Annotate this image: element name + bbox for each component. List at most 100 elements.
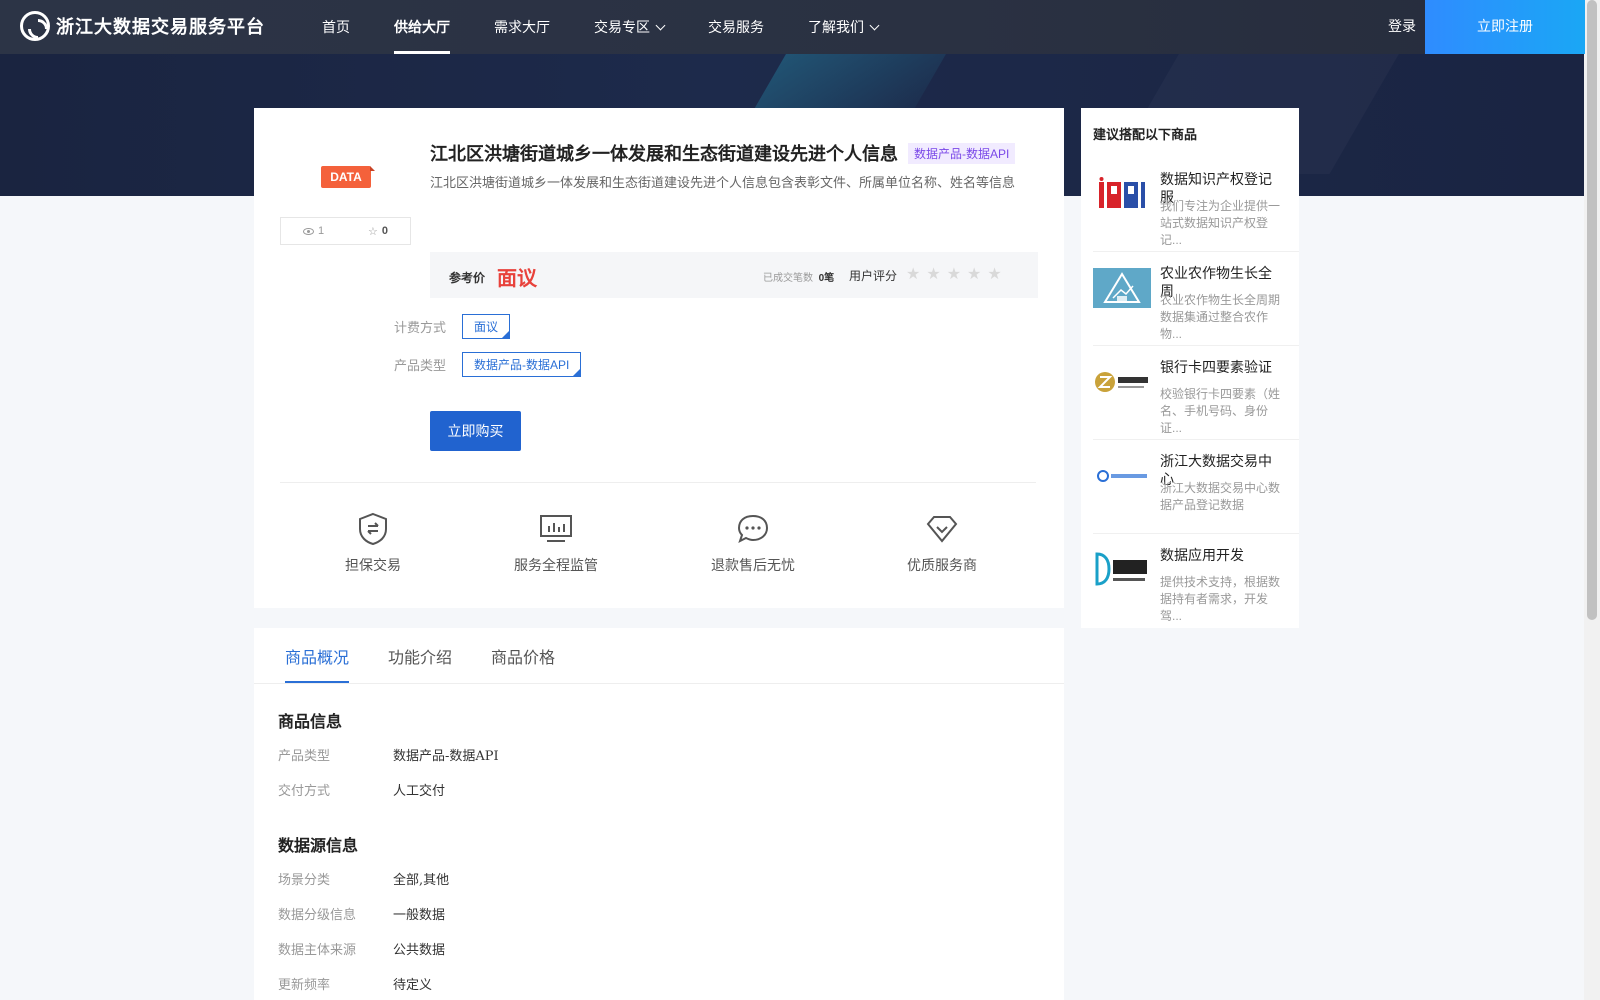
nav-home[interactable]: 首页 — [322, 0, 350, 54]
info-value: 公共数据 — [393, 943, 446, 958]
billing-label: 计费方式 — [394, 320, 447, 335]
price-box: 参考价 面议 已成交笔数 0笔 用户评分 ★ ★ ★ ★ ★ — [430, 252, 1038, 298]
info-label: 数据分级信息 — [278, 907, 357, 922]
recommend-item[interactable]: 数据应用开发 提供技术支持，根据数据持有者需求，开发驾... — [1093, 534, 1299, 628]
product-type-row: 产品类型 数据产品-数据API — [394, 352, 582, 377]
tab-features[interactable]: 功能介绍 — [388, 644, 452, 683]
favorite-count-value: 0 — [381, 225, 389, 237]
recommend-item-desc: 校验银行卡四要素（姓名、手机号码、身份证... — [1160, 387, 1281, 435]
recommend-item[interactable]: 浙江大数据交易中心 浙江大数据交易中心数据产品登记数据 — [1093, 440, 1299, 534]
buy-now-button[interactable]: 立即购买 — [430, 411, 521, 451]
eye-icon — [302, 227, 314, 235]
nav-about-us-label: 了解我们 — [808, 19, 864, 35]
nav-about-us[interactable]: 了解我们 — [808, 0, 880, 54]
product-type-label: 产品类型 — [394, 358, 447, 373]
info-label: 场景分类 — [278, 872, 331, 887]
nav-supply-hall[interactable]: 供给大厅 — [394, 0, 450, 54]
detail-tabs: 商品概况 功能介绍 商品价格 — [285, 644, 555, 683]
register-button[interactable]: 立即注册 — [1425, 0, 1585, 54]
monitor-chart-icon — [538, 511, 574, 547]
info-row: 数据主体来源 公共数据 — [278, 939, 445, 958]
info-value: 全部,其他 — [393, 873, 450, 888]
deal-count-label: 已成交笔数 — [763, 273, 813, 284]
digital-dongyang-logo-image — [1093, 550, 1151, 590]
feature-guaranteed-trade: 担保交易 — [313, 511, 433, 575]
chat-bubble-icon — [735, 511, 771, 547]
agriculture-thumbnail-image — [1093, 268, 1151, 308]
info-label: 交付方式 — [278, 783, 331, 798]
nav-trade-zone-label: 交易专区 — [594, 19, 650, 35]
product-info-title: 商品信息 — [278, 712, 343, 731]
star-icon: ★ — [906, 266, 921, 283]
billing-option[interactable]: 面议 — [462, 314, 511, 339]
zhongying-logo-image — [1093, 362, 1151, 402]
price-value: 面议 — [497, 268, 537, 290]
product-type-tag: 数据产品-数据API — [908, 142, 1016, 164]
tab-pricing[interactable]: 商品价格 — [491, 644, 555, 683]
ipr-logo-image — [1093, 174, 1151, 214]
diamond-check-icon — [924, 511, 960, 547]
product-stats: 1 ☆ 0 — [280, 217, 411, 245]
product-description: 江北区洪塘街道城乡一体发展和生态街道建设先进个人信息包含表彰文件、所属单位名称、… — [430, 175, 1016, 190]
info-row: 产品类型 数据产品-数据API — [278, 745, 499, 764]
details-card: 商品概况 功能介绍 商品价格 商品信息 产品类型 数据产品-数据API 交付方式… — [254, 628, 1064, 1000]
product-title-text: 江北区洪塘街道城乡一体发展和生态街道建设先进个人信息 — [430, 144, 898, 165]
main-nav: 首页 供给大厅 需求大厅 交易专区 交易服务 了解我们 — [300, 0, 900, 54]
top-navbar: 浙江大数据交易服务平台 首页 供给大厅 需求大厅 交易专区 交易服务 了解我们 … — [0, 0, 1585, 54]
info-row: 场景分类 全部,其他 — [278, 869, 449, 888]
recommend-item[interactable]: 银行卡四要素验证 校验银行卡四要素（姓名、手机号码、身份证... — [1093, 346, 1299, 440]
recommend-item-desc: 农业农作物生长全周期数据集通过整合农作物... — [1160, 293, 1281, 341]
feature-label: 担保交易 — [345, 557, 401, 573]
rating-stars: ★ ★ ★ ★ ★ — [906, 264, 1002, 284]
feature-refund-guarantee: 退款售后无忧 — [693, 511, 813, 575]
info-label: 更新频率 — [278, 977, 331, 992]
scrollbar-thumb[interactable] — [1587, 0, 1597, 620]
product-title: 江北区洪塘街道城乡一体发展和生态街道建设先进个人信息 数据产品-数据API — [430, 140, 1016, 166]
deal-count-value: 0笔 — [818, 273, 835, 284]
billing-row: 计费方式 面议 — [394, 314, 511, 339]
feature-label: 退款售后无忧 — [711, 557, 795, 573]
info-row: 更新频率 待定义 — [278, 974, 432, 993]
info-row: 数据分级信息 一般数据 — [278, 904, 445, 923]
site-logo[interactable]: 浙江大数据交易服务平台 — [20, 10, 265, 42]
info-label: 产品类型 — [278, 748, 331, 763]
chevron-down-icon — [869, 20, 880, 30]
recommend-item[interactable]: 农业农作物生长全周 农业农作物生长全周期数据集通过整合农作物... — [1093, 252, 1299, 346]
nav-trade-service-label: 交易服务 — [708, 19, 764, 35]
info-label: 数据主体来源 — [278, 942, 357, 957]
recommend-item-desc: 提供技术支持，根据数据持有者需求，开发驾... — [1160, 575, 1281, 623]
info-value: 人工交付 — [393, 784, 446, 799]
shield-exchange-icon — [355, 511, 391, 547]
rating-label: 用户评分 — [849, 269, 898, 283]
feature-label: 服务全程监管 — [514, 557, 598, 573]
view-count: 1 — [302, 225, 325, 237]
source-info-title: 数据源信息 — [278, 836, 359, 855]
nav-demand-hall-label: 需求大厅 — [494, 19, 550, 35]
info-value: 一般数据 — [393, 908, 446, 923]
star-icon: ★ — [987, 266, 1002, 283]
feature-full-supervision: 服务全程监管 — [496, 511, 616, 575]
info-value: 数据产品-数据API — [393, 749, 499, 764]
nav-trade-zone[interactable]: 交易专区 — [594, 0, 666, 54]
star-icon: ★ — [926, 266, 941, 283]
product-type-option[interactable]: 数据产品-数据API — [462, 352, 582, 377]
star-icon: ★ — [946, 266, 962, 283]
info-value: 待定义 — [393, 978, 433, 993]
nav-supply-hall-label: 供给大厅 — [394, 19, 450, 35]
tab-overview[interactable]: 商品概况 — [285, 644, 350, 683]
nav-trade-service[interactable]: 交易服务 — [708, 0, 764, 54]
sidebar-title: 建议搭配以下商品 — [1093, 128, 1198, 143]
tabs-divider — [254, 683, 1064, 684]
favorite-count[interactable]: ☆ 0 — [368, 225, 388, 238]
recommend-item[interactable]: 数据知识产权登记服 我们专注为企业提供一站式数据知识产权登记... — [1093, 158, 1299, 252]
feature-quality-provider: 优质服务商 — [882, 511, 1002, 575]
deal-count: 已成交笔数 0笔 — [763, 269, 834, 284]
login-link[interactable]: 登录 — [1372, 0, 1432, 54]
nav-demand-hall[interactable]: 需求大厅 — [494, 0, 550, 54]
recommend-item-desc: 我们专注为企业提供一站式数据知识产权登记... — [1160, 199, 1281, 247]
star-outline-icon: ☆ — [368, 225, 378, 238]
zjbde-logo-image — [1093, 456, 1151, 496]
view-count-value: 1 — [317, 225, 325, 237]
logo-text: 浙江大数据交易服务平台 — [56, 17, 265, 37]
feature-label: 优质服务商 — [907, 557, 977, 573]
